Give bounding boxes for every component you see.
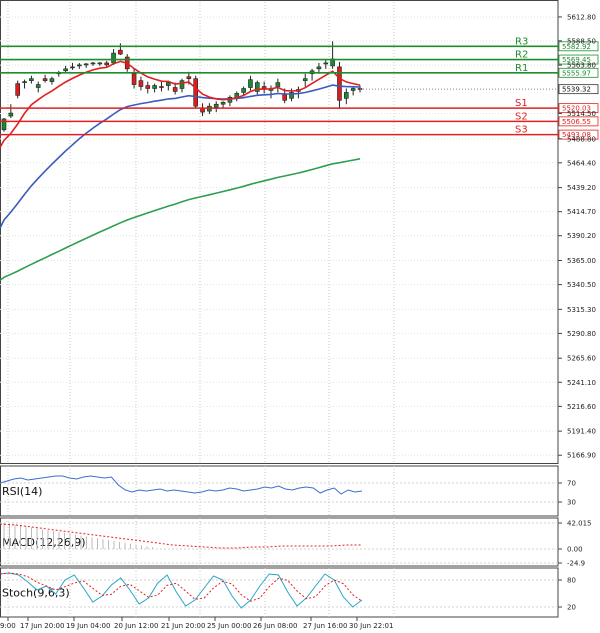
y-tick-label: 5514.50 — [567, 110, 596, 118]
ma-long-line — [0, 158, 361, 281]
candle-body — [261, 86, 267, 89]
candle-body — [152, 85, 157, 89]
candle-body — [83, 63, 89, 66]
candle-body — [63, 68, 68, 72]
candle-body — [138, 80, 144, 87]
candle-body — [186, 76, 192, 79]
stoch-panel: 8020Stoch(9,6,3) — [0, 567, 576, 618]
candle-body — [145, 85, 151, 89]
candle-body — [323, 62, 329, 65]
pivot-levels: R3 5582.92R2 5569.45R1 5555.97S1 5520.03S2 55… — [0, 36, 599, 140]
x-tick-label: 21 Jun 20:00 — [161, 622, 205, 630]
x-tick-label: 30 Jun 22:01 — [349, 622, 393, 630]
y-tick-label: 5241.10 — [567, 379, 596, 387]
y-tick-label: 5612.80 — [567, 13, 596, 21]
candle-body — [77, 64, 82, 67]
y-tick-label: 5265.60 — [567, 355, 596, 363]
candle-body — [15, 83, 20, 96]
indicator-tick-label: 30 — [567, 499, 576, 507]
candle-body — [97, 62, 103, 65]
candle-body — [213, 103, 219, 108]
candle-body — [111, 52, 116, 64]
candle-body — [316, 66, 322, 70]
candle-body — [166, 82, 171, 86]
current-price-tag-text: 5539.32 — [562, 86, 591, 94]
time-x-axis: 9:00 17 Jun 20:00 19 Jun 04:00 20 Jun 12:00… — [0, 617, 393, 630]
candle-body — [159, 86, 164, 88]
candle-body — [220, 101, 226, 105]
candle-body — [179, 80, 185, 89]
level-label-s2: S2 — [515, 111, 528, 122]
candle-body — [70, 66, 75, 69]
x-tick-label: 20 Jun 12:00 — [114, 622, 158, 630]
indicator-frame — [0, 465, 559, 517]
x-tick-label: 26 Jun 08:00 — [253, 622, 297, 630]
indicator-tick-label: 80 — [567, 577, 576, 585]
y-tick-label: 5588.50 — [567, 37, 596, 45]
candle-body — [275, 82, 281, 87]
candle-body — [131, 73, 137, 85]
macd-panel: 42.0150.00-24.9MACD(12,26,9) — [0, 517, 592, 568]
level-label-s3: S3 — [515, 125, 528, 136]
x-tick-label: 25 Jun 00:00 — [207, 622, 251, 630]
x-tick-label: 27 Jun 16:00 — [303, 622, 347, 630]
candle-body — [35, 84, 41, 88]
candle-body — [337, 66, 342, 101]
candle-body — [282, 94, 287, 101]
candle-body — [172, 87, 178, 92]
level-price-tag-text: 5555.97 — [562, 69, 591, 77]
price-grid — [0, 0, 559, 464]
candle-body — [344, 92, 349, 99]
y-tick-label: 5166.90 — [567, 452, 596, 460]
candle-body — [241, 88, 246, 93]
indicator-tick-label: 0.00 — [567, 546, 583, 554]
rsi-panel: 70 30 RSI(14) — [0, 465, 576, 517]
indicator-tick-label: -24.9 — [567, 560, 585, 568]
y-tick-label: 5390.20 — [567, 232, 596, 240]
candle-body — [302, 78, 308, 81]
indicator-tick-label: 70 — [567, 480, 576, 488]
level-label-r1: R1 — [515, 63, 528, 74]
candle-body — [8, 112, 14, 117]
y-tick-label: 5216.60 — [567, 403, 596, 411]
y-tick-label: 5563.80 — [567, 62, 596, 70]
candle-body — [90, 62, 96, 65]
candle-body — [248, 79, 253, 88]
level-label-r3: R3 — [515, 36, 528, 47]
candle-body — [49, 78, 55, 82]
candle-body — [104, 62, 109, 66]
price-chart: R3 5582.92R2 5569.45R1 5555.97S1 5520.03S2 55… — [0, 0, 599, 630]
indicator-tick-label: 20 — [567, 604, 576, 612]
price-y-axis: 5612.80 5588.50 5563.80 5514.50 5488.80 5464.… — [558, 13, 596, 460]
y-tick-label: 5340.50 — [567, 281, 596, 289]
y-tick-label: 5365.00 — [567, 257, 596, 265]
candle-body — [22, 81, 27, 83]
y-tick-label: 5488.80 — [567, 135, 596, 143]
y-tick-label: 5414.70 — [567, 208, 596, 216]
y-tick-label: 5315.30 — [567, 306, 596, 314]
candle-body — [350, 88, 356, 91]
moving-average-lines — [0, 60, 361, 281]
y-tick-label: 5464.40 — [567, 159, 596, 167]
x-tick-label: 9:00 — [0, 622, 16, 630]
indicator-tick-label: 42.015 — [567, 520, 592, 528]
candle-body — [29, 78, 34, 81]
indicator-name: RSI(14) — [2, 485, 42, 498]
candle-body — [42, 78, 48, 81]
level-price-tag-text: 5506.55 — [562, 118, 591, 126]
ma-mid-line — [0, 84, 361, 229]
x-tick-label: 19 Jun 04:00 — [66, 622, 110, 630]
candle-body — [193, 78, 198, 107]
y-tick-label: 5290.80 — [567, 330, 596, 338]
x-tick-label: 17 Jun 20:00 — [20, 622, 64, 630]
candle-body — [118, 49, 123, 55]
level-label-s1: S1 — [515, 98, 528, 109]
y-tick-label: 5191.40 — [567, 428, 596, 436]
level-label-r2: R2 — [515, 50, 528, 61]
price-panel-frame — [0, 0, 559, 464]
y-tick-label: 5439.20 — [567, 184, 596, 192]
